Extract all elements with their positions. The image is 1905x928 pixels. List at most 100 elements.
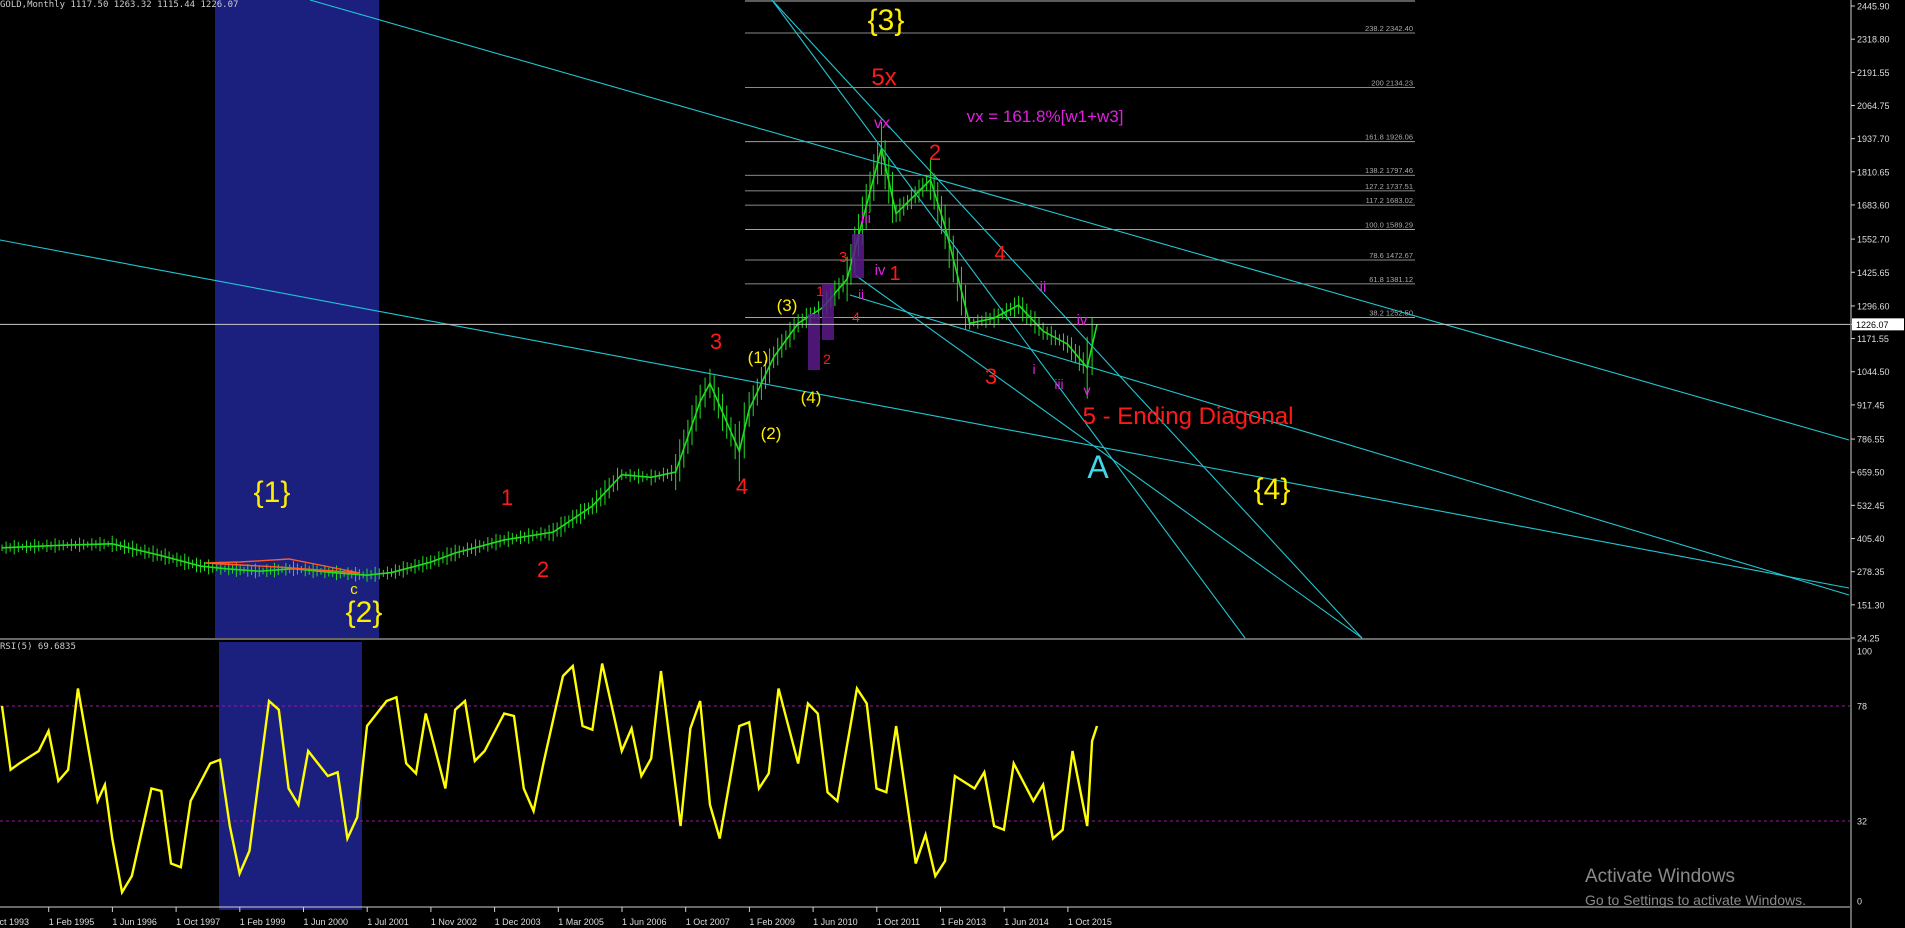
price-tick-label: 2064.75 (1857, 101, 1890, 111)
wave-labels: {3}5xvx2vx = 161.8%[w1+w3]iii3iv 14iiii1i… (254, 4, 1294, 629)
date-tick-label: 1 Feb 1995 (49, 917, 95, 927)
wave-label: 2 (537, 557, 549, 582)
fibonacci-levels: 238.2 2342.40 200 2134.23 161.8 1926.06 138… (745, 0, 1415, 318)
rsi-line (0, 663, 1099, 896)
price-tick-label: 1683.60 (1857, 200, 1890, 210)
date-tick-label: 1 Oct 1997 (176, 917, 220, 927)
price-tick-label: 659.50 (1857, 468, 1885, 478)
channel-line (771, 0, 1246, 639)
wave-box (808, 314, 820, 370)
wave-label: 4 (852, 309, 860, 325)
date-tick-label: 1 Oct 1993 (0, 917, 29, 927)
rsi-tick-label: 32 (1857, 817, 1867, 827)
current-price-label: 1226.07 (1856, 320, 1889, 330)
price-tick-label: 2318.80 (1857, 35, 1890, 45)
wave-label: 2 (823, 351, 831, 367)
ohlc-header: GOLD,Monthly 1117.50 1263.32 1115.44 122… (0, 0, 239, 10)
wave-label: ii (858, 287, 864, 302)
wave-label: iv (1077, 312, 1088, 329)
wave-label: 1 (816, 283, 824, 299)
wave-label: iv (875, 262, 886, 279)
wave-label: (3) (777, 296, 798, 315)
wave-label: 3 (710, 329, 722, 354)
highlight-band-price (215, 0, 379, 638)
highlight-bands (215, 0, 379, 910)
fib-label: 117.2 1683.02 (1366, 196, 1413, 205)
rsi-header: RSI(5) 69.6835 (0, 642, 76, 652)
price-tick-label: 2445.90 (1857, 2, 1890, 12)
fib-label: 100.0 1589.29 (1365, 221, 1413, 230)
wave-label: 4 (736, 474, 748, 499)
price-tick-label: 917.45 (1857, 400, 1885, 410)
price-tick-label: 2191.55 (1857, 68, 1890, 78)
price-tick-label: 24.25 (1857, 634, 1880, 644)
fib-label: 238.2 2342.40 (1365, 24, 1413, 33)
wave-label: vx = 161.8%[w1+w3] (967, 107, 1124, 126)
channel-line (309, 0, 1850, 441)
date-tick-label: 1 Jul 2001 (367, 917, 409, 927)
rsi-tick-label: 78 (1857, 702, 1867, 712)
price-tick-label: 1044.50 (1857, 367, 1890, 377)
wave-label: 5x (871, 64, 896, 91)
fib-label: 200 2134.23 (1371, 78, 1413, 87)
date-tick-label: 1 Mar 2005 (558, 917, 604, 927)
channel-line (849, 294, 1850, 596)
date-tick-label: 1 Jun 2014 (1004, 917, 1049, 927)
date-tick-label: 1 Oct 2015 (1068, 917, 1112, 927)
watermark-subtitle: Go to Settings to activate Windows. (1585, 892, 1806, 908)
wave-label: i (1032, 361, 1035, 377)
price-tick-label: 1937.70 (1857, 134, 1890, 144)
date-tick-label: 1 Jun 2000 (304, 917, 349, 927)
date-tick-label: 1 Oct 2011 (877, 917, 920, 927)
date-tick-label: 1 Nov 2002 (431, 917, 477, 927)
date-tick-label: 1 Feb 2013 (941, 917, 987, 927)
price-tick-label: 278.35 (1857, 567, 1885, 577)
price-tick-label: 151.30 (1857, 600, 1885, 610)
date-tick-label: 1 Jun 1996 (112, 917, 157, 927)
price-line (1, 148, 1098, 576)
price-tick-label: 1425.65 (1857, 268, 1890, 278)
gold-monthly-chart[interactable]: 238.2 2342.40 200 2134.23 161.8 1926.06 138… (0, 0, 1905, 928)
wave-label: 3 (985, 364, 997, 389)
wave-label: 1 (889, 263, 900, 285)
wave-label: 4 (994, 243, 1005, 265)
wave-label: (4) (801, 388, 822, 407)
date-tick-label: 1 Feb 1999 (240, 917, 286, 927)
price-tick-label: 1552.70 (1857, 235, 1890, 245)
fib-label: 161.8 1926.06 (1365, 133, 1413, 142)
date-tick-label: 1 Jun 2010 (813, 917, 858, 927)
wave-label: 1 (501, 485, 513, 510)
date-tick-label: 1 Feb 2009 (749, 917, 795, 927)
wave-label: A (1087, 449, 1109, 485)
date-tick-label: 1 Dec 2003 (495, 917, 541, 927)
fib-label: 78.6 1472.67 (1369, 251, 1413, 260)
fib-label: 61.8 1381.12 (1369, 275, 1413, 284)
wave-label: vx (874, 115, 890, 132)
activate-windows-watermark: Activate Windows Go to Settings to activ… (1585, 866, 1806, 908)
fib-label: 127.2 1737.51 (1365, 182, 1413, 191)
wave-label: {1} (254, 476, 291, 509)
price-tick-label: 405.40 (1857, 534, 1885, 544)
wave-label: iii (861, 210, 871, 227)
price-tick-label: 1810.65 (1857, 167, 1890, 177)
wave-label: 3 (839, 249, 847, 266)
date-tick-label: 1 Jun 2006 (622, 917, 667, 927)
wave-label: (1) (748, 348, 769, 367)
date-axis: 1 Oct 1993 1 Feb 1995 1 Jun 1996 1 Oct 1997… (0, 907, 1112, 927)
rsi-tick-label: 0 (1857, 897, 1862, 907)
price-tick-label: 1296.60 (1857, 301, 1890, 311)
rsi-tick-label: 100 (1857, 647, 1872, 657)
wave-label: v (1084, 382, 1091, 398)
price-tick-label: 1171.55 (1857, 334, 1889, 344)
fib-label: 138.2 1797.46 (1365, 166, 1413, 175)
channel-line (771, 0, 1363, 639)
price-tick-label: 786.55 (1857, 435, 1885, 445)
wave-label: (2) (761, 424, 782, 443)
wave-label: 5 - Ending Diagonal (1083, 403, 1294, 430)
wave-label: 2 (929, 140, 941, 165)
wave-label: {2} (346, 596, 383, 629)
wave-box (852, 234, 864, 278)
wave-label: iii (1054, 376, 1063, 392)
wave-label: {4} (1254, 473, 1291, 506)
date-tick-label: 1 Oct 2007 (686, 917, 730, 927)
